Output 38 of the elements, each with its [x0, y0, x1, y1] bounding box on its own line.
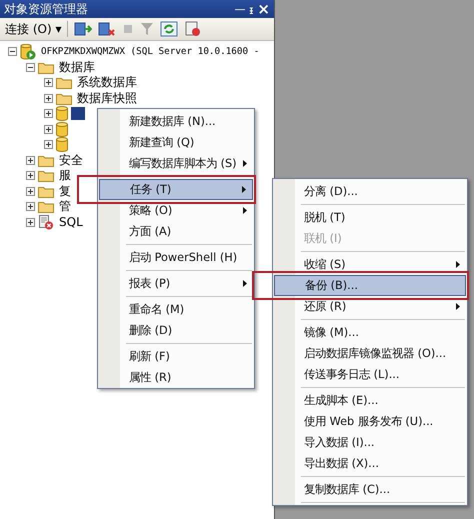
menu-item[interactable]: 启动 PowerShell (H) — [99, 247, 254, 268]
menu-item[interactable]: 新建查询 (Q) — [99, 132, 254, 153]
menu-item[interactable]: 备份 (B)... — [274, 275, 466, 296]
menu-item[interactable]: 方面 (A) — [99, 221, 254, 242]
menu-item[interactable]: 镜像 (M)... — [274, 322, 466, 343]
connect-button[interactable]: 连接 (O) ▾ — [5, 20, 62, 38]
menu-item[interactable]: 新建数据库 (N)... — [99, 111, 254, 132]
menu-item[interactable]: 编写数据库脚本为 (S) — [99, 153, 254, 174]
pin-button[interactable]: ᅳ ᵻ — [234, 2, 254, 16]
menu-item[interactable]: 策略 (O) — [99, 200, 254, 221]
menu-item[interactable]: 收缩 (S) — [274, 254, 466, 275]
menu-item[interactable]: 脱机 (T) — [274, 207, 466, 228]
menu-item[interactable]: 任务 (T) — [99, 179, 254, 200]
tree-item[interactable]: 数据库 — [57, 58, 97, 76]
tree-item[interactable]: 复 — [57, 182, 73, 200]
menu-item[interactable]: 重命名 (M) — [99, 299, 254, 320]
menu-item[interactable]: 还原 (R) — [274, 296, 466, 317]
menu-item[interactable]: 使用 Web 服务发布 (U)... — [274, 411, 466, 432]
menu-item[interactable]: 启动数据库镜像监视器 (O)... — [274, 343, 466, 364]
menu-item[interactable]: 分离 (D)... — [274, 181, 466, 202]
tree-item[interactable]: 数据库快照 — [75, 90, 139, 107]
tree-item[interactable]: 安全 — [57, 152, 85, 169]
tree-item[interactable]: 管 — [57, 198, 73, 216]
panel-title: 对象资源管理器 — [4, 0, 89, 18]
tree-item[interactable]: OFKPZMKDXWQMZWX (SQL Server 10.0.1600 - — [39, 46, 262, 58]
tree-item[interactable]: 服 — [57, 167, 73, 184]
menu-item[interactable]: 复制数据库 (C)... — [274, 479, 466, 500]
tree-item[interactable]: SQL — [57, 215, 85, 230]
menu-item[interactable]: 导入数据 (I)... — [274, 432, 466, 453]
menu-item[interactable]: 生成脚本 (E)... — [274, 390, 466, 411]
menu-item[interactable]: 刷新 (F) — [99, 346, 254, 367]
menu-item[interactable]: 删除 (D) — [99, 320, 254, 341]
menu-item[interactable]: 导出数据 (X)... — [274, 453, 466, 474]
menu-item[interactable]: 传送事务日志 (L)... — [274, 364, 466, 385]
menu-item[interactable]: 属性 (R) — [99, 367, 254, 388]
menu-item[interactable]: 报表 (P) — [99, 273, 254, 294]
tree-item[interactable]: 系统数据库 — [75, 74, 139, 92]
close-button[interactable]: × — [257, 0, 270, 18]
